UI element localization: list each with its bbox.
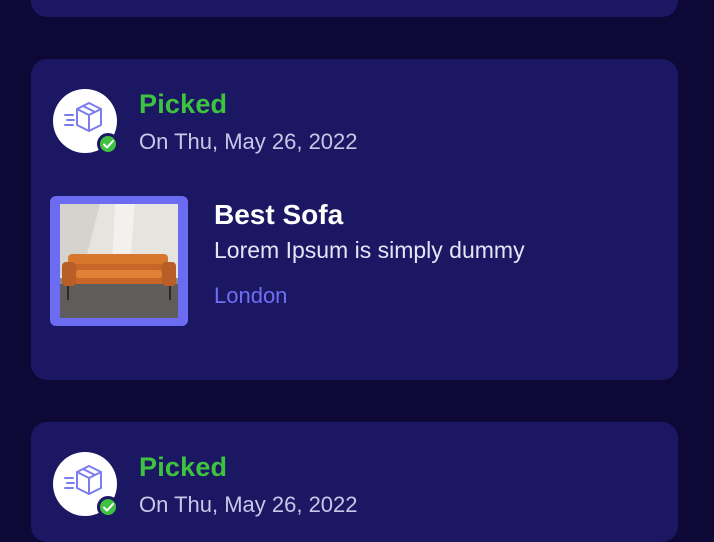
- order-status: Picked: [139, 89, 228, 119]
- order-card-next[interactable]: Picked On Thu, May 26, 2022: [31, 422, 678, 542]
- delivery-status-avatar: [53, 89, 119, 155]
- order-card[interactable]: Picked On Thu, May 26, 2022 Best Sofa Lo…: [31, 59, 678, 380]
- check-badge: [97, 496, 119, 518]
- check-badge: [97, 133, 119, 155]
- delivery-status-avatar: [53, 452, 119, 518]
- check-icon: [103, 503, 114, 512]
- product-description: Lorem Ipsum is simply dummy: [214, 237, 525, 263]
- sofa-image: [60, 204, 178, 318]
- product-image[interactable]: [50, 196, 188, 326]
- order-card-previous[interactable]: [31, 0, 678, 17]
- check-icon: [103, 140, 114, 149]
- order-date: On Thu, May 26, 2022: [139, 129, 358, 154]
- product-location[interactable]: London: [214, 283, 287, 309]
- product-title: Best Sofa: [214, 199, 344, 230]
- order-date: On Thu, May 26, 2022: [139, 492, 358, 517]
- order-status: Picked: [139, 452, 228, 482]
